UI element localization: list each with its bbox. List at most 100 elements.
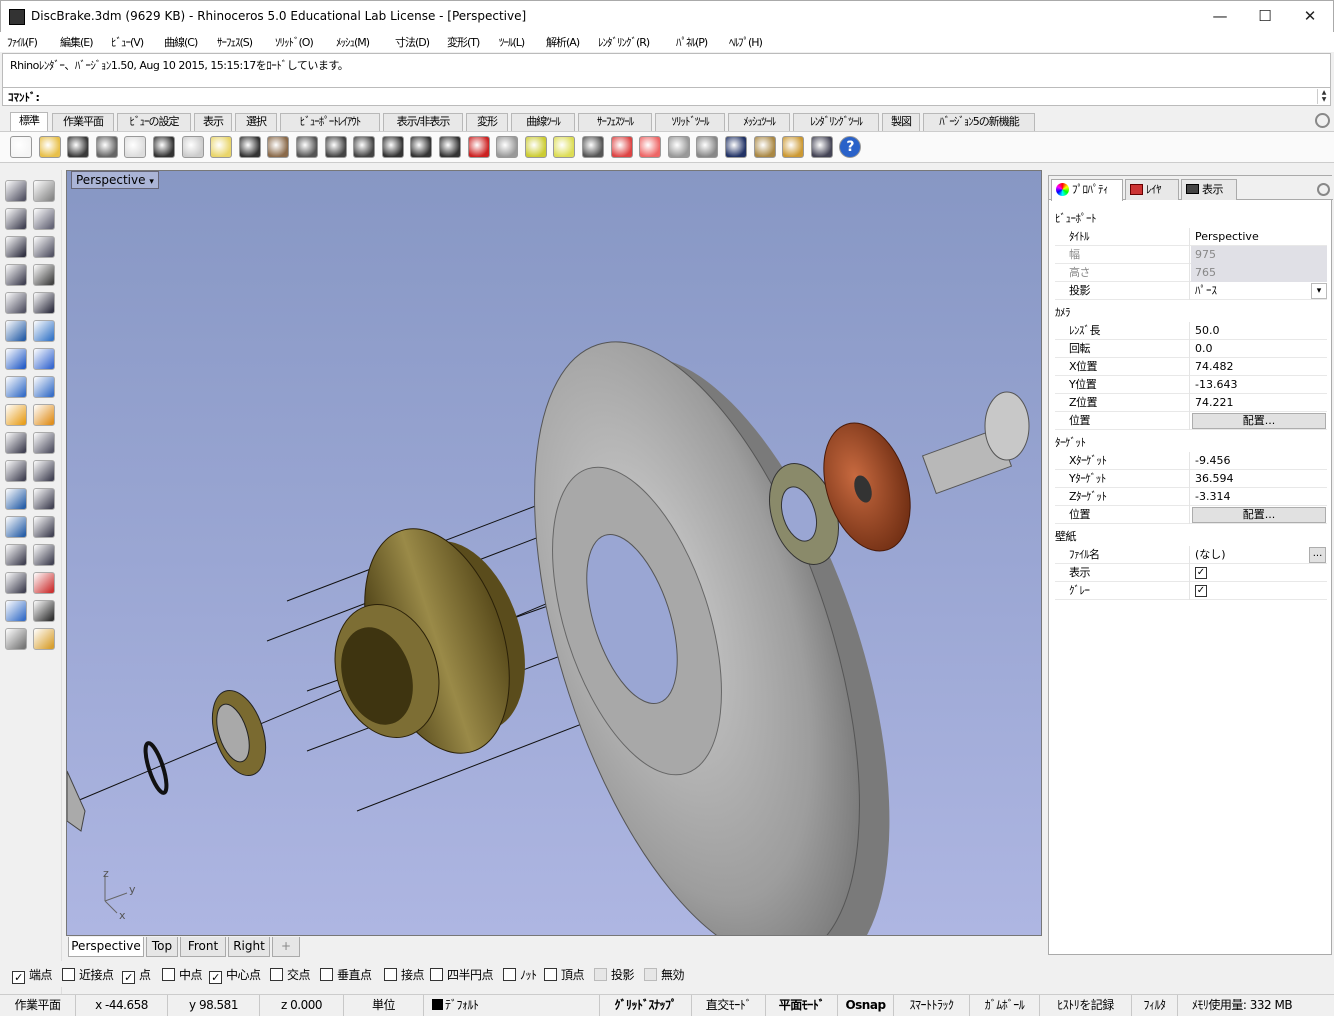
osnap-checkbox[interactable] (384, 968, 397, 981)
command-history[interactable]: Rhinoﾚﾝﾀﾞｰ、ﾊﾞｰｼﾞｮﾝ1.50, Aug 10 2015, 15:… (2, 53, 1331, 88)
sphere-icon[interactable] (33, 348, 55, 370)
tab-render-tools[interactable]: ﾚﾝﾀﾞﾘﾝｸﾞﾂｰﾙ (793, 113, 879, 131)
tab-curve-tools[interactable]: 曲線ﾂｰﾙ (511, 113, 575, 131)
rhino-app-icon[interactable] (9, 9, 25, 25)
status-filter[interactable]: ﾌｨﾙﾀ (1132, 995, 1178, 1016)
scale-icon[interactable] (33, 488, 55, 510)
gumball-icon[interactable] (524, 136, 547, 158)
menu-dimension[interactable]: 寸法(D) (395, 34, 430, 50)
status-cplane[interactable]: 作業平面 (0, 995, 76, 1016)
menu-curve[interactable]: 曲線(C) (164, 34, 198, 50)
status-layer[interactable]: ﾃﾞﾌｫﾙﾄ (424, 995, 600, 1016)
camera-place-button[interactable]: 配置... (1192, 413, 1326, 429)
tab-standard[interactable]: 標準 (10, 112, 48, 131)
prop-xtarget-value[interactable]: -9.456 (1191, 452, 1327, 470)
gray-wallpaper-checkbox[interactable]: ✓ (1195, 585, 1207, 597)
grid-array-icon[interactable] (5, 572, 27, 594)
color-wheel-icon[interactable] (639, 136, 662, 158)
perspective-viewport[interactable]: Perspective ▾ z y x (66, 170, 1042, 936)
vptab-top[interactable]: Top (146, 937, 178, 957)
tab-viewport-layout[interactable]: ﾋﾞｭｰﾎﾟｰﾄﾚｲｱｳﾄ (280, 113, 380, 131)
close-button[interactable]: ✕ (1287, 1, 1333, 32)
import-icon[interactable] (124, 136, 147, 158)
rectangle-icon[interactable] (33, 264, 55, 286)
osnap-3[interactable]: 中点 (162, 966, 203, 983)
menu-help[interactable]: ﾍﾙﾌﾟ(H) (729, 34, 763, 50)
surface-corners-icon[interactable] (5, 320, 27, 342)
new-icon[interactable] (10, 136, 32, 158)
move-icon[interactable] (5, 460, 27, 482)
osnap-0[interactable]: ✓ 端点 (12, 966, 53, 984)
extrude-surface-icon[interactable] (33, 320, 55, 342)
copy-object-icon[interactable] (33, 460, 55, 482)
vptab-right[interactable]: Right (228, 937, 270, 957)
osnap-checkbox[interactable] (62, 968, 75, 981)
osnap-10[interactable]: 頂点 (544, 966, 585, 983)
render-icon[interactable] (725, 136, 747, 158)
osnap-9[interactable]: ﾉｯﾄ (503, 966, 537, 983)
open-icon[interactable] (38, 136, 61, 158)
material-icon[interactable] (753, 136, 776, 158)
lock-icon[interactable] (582, 136, 604, 158)
save-icon[interactable] (67, 136, 90, 158)
menu-file[interactable]: ﾌｧｲﾙ(F) (7, 34, 38, 50)
menu-edit[interactable]: 編集(E) (60, 34, 94, 50)
cut-icon[interactable] (153, 136, 175, 158)
menu-tools[interactable]: ﾂｰﾙ(L) (499, 34, 525, 50)
shaded-sphere-icon[interactable] (667, 136, 690, 158)
chevron-down-icon[interactable]: ▾ (1311, 283, 1327, 299)
print-icon[interactable] (95, 136, 118, 158)
osnap-checkbox[interactable] (503, 968, 516, 981)
status-ortho[interactable]: 直交ﾓｰﾄﾞ (692, 995, 766, 1016)
mirror-icon[interactable] (33, 516, 55, 538)
osnap-checkbox[interactable] (162, 968, 175, 981)
toolbar-settings-gear-icon[interactable] (1315, 113, 1330, 128)
vptab-add-icon[interactable]: + (272, 937, 300, 957)
prop-xpos-value[interactable]: 74.482 (1191, 358, 1327, 376)
osnap-6[interactable]: 垂直点 (320, 966, 372, 983)
check-icon[interactable] (33, 600, 55, 622)
block-icon[interactable] (33, 572, 55, 594)
show-hide-icon[interactable] (5, 600, 27, 622)
paste-icon[interactable] (210, 136, 233, 158)
mesh-plane-icon[interactable] (5, 376, 27, 398)
prop-title-value[interactable]: Perspective (1191, 228, 1327, 246)
rotate-view-icon[interactable] (296, 136, 318, 158)
tab-solid-tools[interactable]: ｿﾘｯﾄﾞﾂｰﾙ (655, 113, 725, 131)
panel-tab-properties[interactable]: ﾌﾟﾛﾊﾟﾃｨ (1051, 179, 1123, 201)
light-icon[interactable] (553, 136, 576, 158)
explode-icon[interactable] (5, 404, 27, 426)
osnap-checkbox[interactable] (594, 968, 607, 981)
vptab-front[interactable]: Front (180, 937, 226, 957)
tab-display[interactable]: 表示 (194, 113, 232, 131)
target-place-button[interactable]: 配置... (1192, 507, 1326, 523)
show-wallpaper-checkbox[interactable]: ✓ (1195, 567, 1207, 579)
status-record-history[interactable]: ﾋｽﾄﾘを記録 (1040, 995, 1132, 1016)
ellipse-icon[interactable] (33, 236, 55, 258)
options-gear-icon[interactable] (782, 136, 805, 158)
group-icon[interactable] (5, 432, 27, 454)
osnap-1[interactable]: 近接点 (62, 966, 114, 983)
prop-ztarget-value[interactable]: -3.314 (1191, 488, 1327, 506)
pan-icon[interactable] (267, 136, 290, 158)
zoom-selected-icon[interactable] (410, 136, 433, 158)
osnap-4[interactable]: ✓ 中心点 (209, 966, 261, 984)
prop-projection-select[interactable]: ﾊﾟｰｽ (1191, 282, 1327, 300)
osnap-11[interactable]: 投影 (594, 966, 635, 983)
command-scroll-arrows[interactable]: ▲ ▼ (1317, 89, 1330, 104)
menu-render[interactable]: ﾚﾝﾀﾞﾘﾝｸﾞ(R) (598, 34, 650, 50)
dimension-icon[interactable] (33, 544, 55, 566)
control-point-curve-icon[interactable] (33, 208, 55, 230)
ungroup-icon[interactable] (33, 432, 55, 454)
menu-panels[interactable]: ﾊﾟﾈﾙ(P) (676, 34, 708, 50)
rendered-sphere-icon[interactable] (696, 136, 719, 158)
point-icon[interactable] (33, 180, 55, 202)
osnap-7[interactable]: 接点 (384, 966, 425, 983)
polyline-icon[interactable] (5, 208, 27, 230)
status-planar[interactable]: 平面ﾓｰﾄﾞ (766, 995, 838, 1016)
zoom-window-icon[interactable] (353, 136, 376, 158)
cage-edit-icon[interactable] (5, 544, 27, 566)
text-icon[interactable] (5, 488, 27, 510)
prop-lens-value[interactable]: 50.0 (1191, 322, 1327, 340)
array-icon[interactable] (5, 516, 27, 538)
